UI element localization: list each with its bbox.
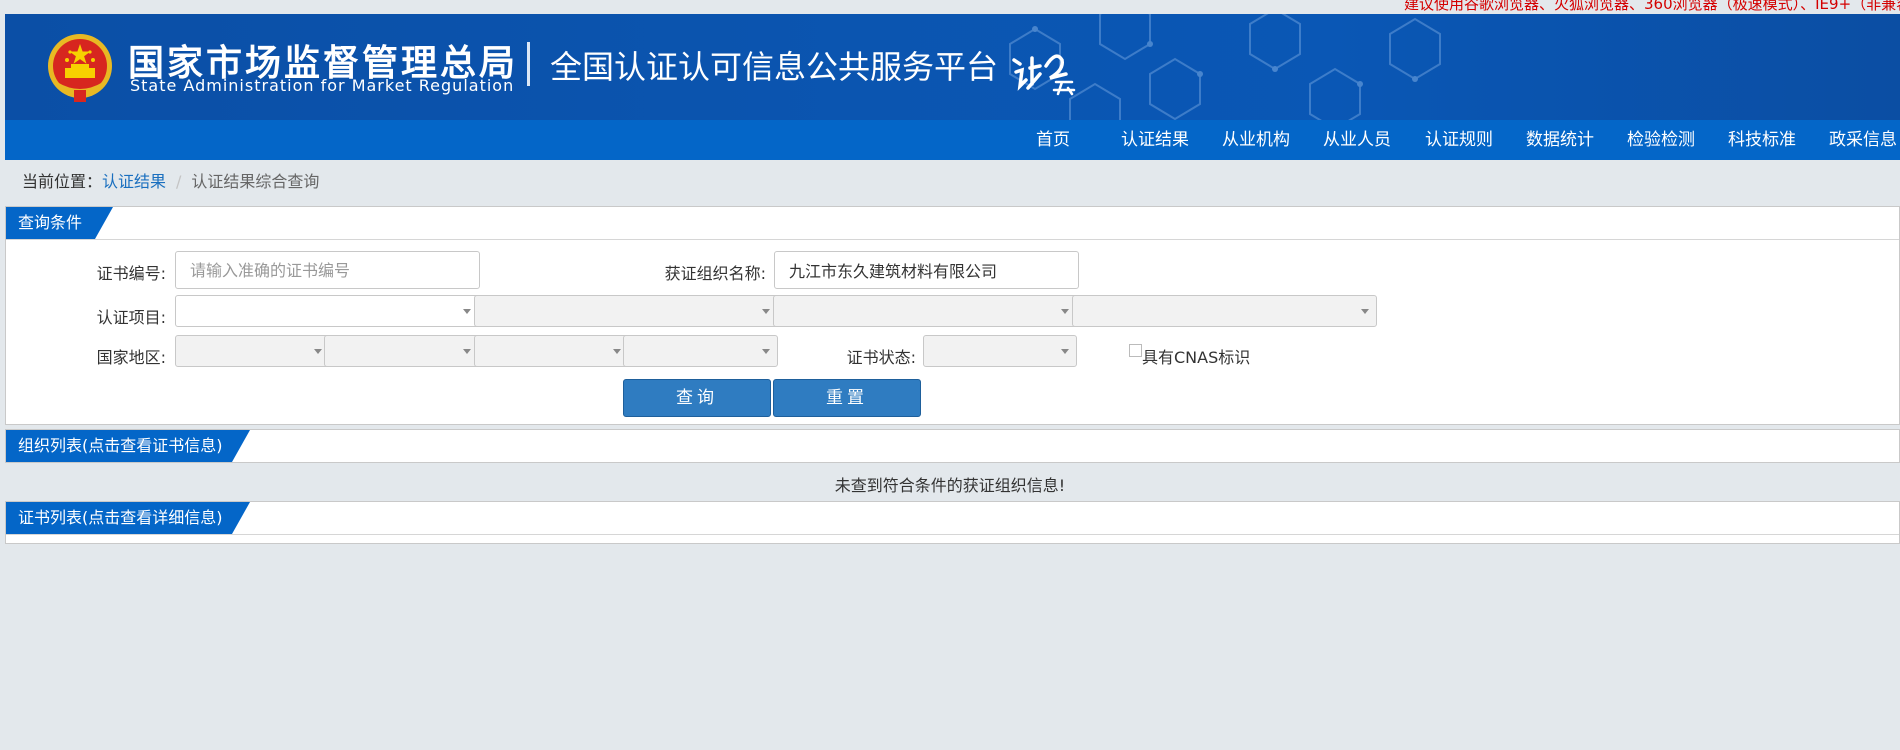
org-name-label: 获证组织名称: bbox=[664, 264, 766, 283]
cert-no-input[interactable] bbox=[175, 251, 480, 289]
breadcrumb: 当前位置：认证结果 / 认证结果综合查询 bbox=[22, 168, 319, 192]
breadcrumb-current: 认证结果综合查询 bbox=[191, 172, 320, 191]
chevron-down-icon bbox=[1061, 309, 1069, 314]
chevron-down-icon bbox=[463, 309, 471, 314]
project-select-3[interactable] bbox=[773, 295, 1077, 327]
chevron-down-icon bbox=[762, 309, 770, 314]
org-list-empty-message: 未查到符合条件的获证组织信息! bbox=[834, 476, 1066, 495]
region-select-3[interactable] bbox=[474, 335, 629, 367]
query-panel-header: 查询条件 bbox=[6, 207, 1899, 240]
search-button[interactable]: 查询 bbox=[623, 379, 771, 417]
platform-title: 全国认证认可信息公共服务平台 bbox=[550, 48, 999, 86]
reset-button[interactable]: 重置 bbox=[773, 379, 921, 417]
main-navigation: 首页 认证结果 从业机构 从业人员 认证规则 数据统计 检验检测 科技标准 政采… bbox=[5, 120, 1900, 160]
region-label: 国家地区: bbox=[96, 348, 166, 367]
nav-cert-results[interactable]: 认证结果 bbox=[1121, 120, 1189, 160]
national-emblem-icon bbox=[48, 34, 112, 102]
chevron-down-icon bbox=[1361, 309, 1369, 314]
cert-status-label: 证书状态: bbox=[846, 348, 916, 367]
agency-name-en: State Administration for Market Regulati… bbox=[130, 76, 515, 95]
chevron-down-icon bbox=[762, 349, 770, 354]
browser-notice: 建议使用谷歌浏览器、火狐浏览器、360浏览器（极速模式）、IE9+（非兼容性视图… bbox=[1404, 0, 1900, 13]
browser-notice-bar: 建议使用谷歌浏览器、火狐浏览器、360浏览器（极速模式）、IE9+（非兼容性视图… bbox=[0, 0, 1900, 14]
org-list-title: 组织列表(点击查看证书信息) bbox=[6, 430, 250, 462]
nav-tech-standards[interactable]: 科技标准 bbox=[1728, 120, 1796, 160]
nav-home[interactable]: 首页 bbox=[1036, 120, 1070, 160]
cnas-label: 具有CNAS标识 bbox=[1142, 348, 1251, 367]
site-banner: 国家市场监督管理总局 State Administration for Mark… bbox=[5, 14, 1900, 120]
chevron-down-icon bbox=[314, 349, 322, 354]
region-select-2[interactable] bbox=[324, 335, 479, 367]
nav-institutions[interactable]: 从业机构 bbox=[1222, 120, 1290, 160]
chevron-down-icon bbox=[613, 349, 621, 354]
header-divider bbox=[527, 42, 530, 86]
cert-list-title: 证书列表(点击查看详细信息) bbox=[6, 502, 250, 534]
project-label: 认证项目: bbox=[96, 308, 166, 327]
nav-procurement[interactable]: 政采信息 bbox=[1829, 120, 1897, 160]
org-name-input[interactable] bbox=[774, 251, 1079, 289]
project-select-4[interactable] bbox=[1072, 295, 1377, 327]
cert-status-select[interactable] bbox=[923, 335, 1077, 367]
nav-inspection[interactable]: 检验检测 bbox=[1627, 120, 1695, 160]
query-panel-title: 查询条件 bbox=[6, 207, 113, 239]
project-select-1[interactable] bbox=[175, 295, 479, 327]
nav-personnel[interactable]: 从业人员 bbox=[1323, 120, 1391, 160]
cert-list-panel: 证书列表(点击查看详细信息) bbox=[5, 501, 1900, 544]
project-select-2[interactable] bbox=[474, 295, 778, 327]
cert-no-label: 证书编号: bbox=[96, 264, 166, 283]
chevron-down-icon bbox=[463, 349, 471, 354]
region-select-4[interactable] bbox=[623, 335, 778, 367]
renzheng-cloud-logo bbox=[1012, 54, 1076, 96]
cnas-checkbox[interactable] bbox=[1129, 344, 1142, 357]
cert-list-header: 证书列表(点击查看详细信息) bbox=[6, 502, 1899, 535]
breadcrumb-link-cert-results[interactable]: 认证结果 bbox=[102, 172, 166, 191]
org-list-panel: 组织列表(点击查看证书信息) bbox=[5, 429, 1900, 463]
nav-statistics[interactable]: 数据统计 bbox=[1526, 120, 1594, 160]
region-select-1[interactable] bbox=[175, 335, 330, 367]
breadcrumb-label: 当前位置： bbox=[22, 172, 103, 191]
chevron-down-icon bbox=[1061, 349, 1069, 354]
query-panel: 查询条件 证书编号: 获证组织名称: 认证项目: 国家地区: 证书状态: 具有C… bbox=[5, 206, 1900, 425]
breadcrumb-separator: / bbox=[176, 172, 182, 191]
org-list-header: 组织列表(点击查看证书信息) bbox=[6, 430, 1899, 462]
nav-cert-rules[interactable]: 认证规则 bbox=[1425, 120, 1493, 160]
